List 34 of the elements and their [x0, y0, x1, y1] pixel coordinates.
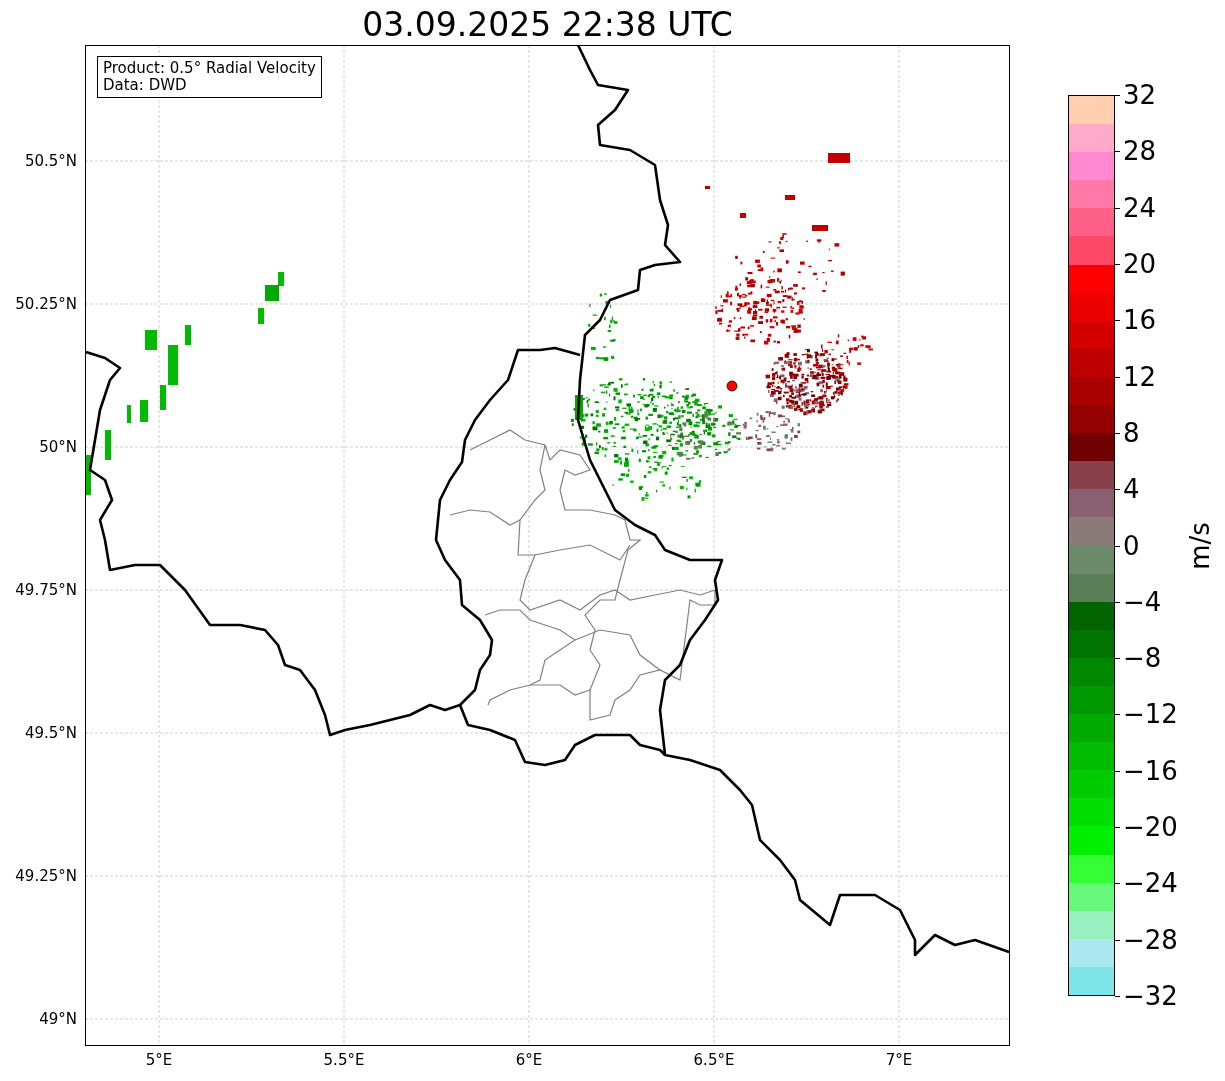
colorbar-tick-label: 8 [1123, 417, 1140, 448]
colorbar-tick-label: −12 [1123, 699, 1178, 730]
axis-tick-label: 49°N [39, 1010, 77, 1028]
colorbar-tick-label: 12 [1123, 361, 1157, 392]
colorbar-tick-label: −4 [1123, 586, 1162, 617]
axis-tick-label: 6.5°E [693, 1051, 735, 1069]
colorbar-tick-label: 4 [1123, 474, 1140, 505]
colorbar-tick-label: −32 [1123, 981, 1178, 1011]
chart-title: 03.09.2025 22:38 UTC [361, 4, 734, 45]
colorbar-tick-label: −16 [1123, 755, 1178, 786]
info-text: Data: DWD [103, 77, 188, 94]
radar-site-marker [726, 380, 738, 392]
axis-tick-label: 50.5°N [24, 152, 77, 170]
colorbar-tick-label: 0 [1123, 530, 1140, 561]
axis-tick-label: 5.5°E [323, 1051, 365, 1069]
colorbar-tick-label: −20 [1123, 812, 1178, 843]
axis-tick-label: 49.5°N [24, 724, 77, 742]
axis-tick-label: 49.25°N [15, 867, 77, 885]
colorbar-tick-label: 28 [1123, 136, 1157, 167]
colorbar-tick-label: −8 [1123, 643, 1162, 674]
axis-tick-label: 6°E [515, 1051, 543, 1069]
axis-tick-label: 49.75°N [15, 581, 77, 599]
colorbar-tick-label: 20 [1123, 248, 1157, 279]
colorbar-tick-label: −24 [1123, 868, 1178, 899]
info-text: Product: 0.5° Radial Velocity [103, 60, 316, 77]
axis-tick-label: 50°N [39, 438, 77, 456]
colorbar-tick-label: −28 [1123, 924, 1178, 955]
colorbar-label: m/s [1185, 521, 1215, 570]
axis-tick-label: 5°E [145, 1051, 173, 1069]
colorbar-tick-label: 16 [1123, 305, 1157, 336]
axis-tick-label: 50.25°N [15, 295, 77, 313]
axis-tick-label: 7°E [885, 1051, 913, 1069]
colorbar-tick-label: 24 [1123, 192, 1157, 223]
colorbar-tick-label: 32 [1123, 80, 1157, 110]
